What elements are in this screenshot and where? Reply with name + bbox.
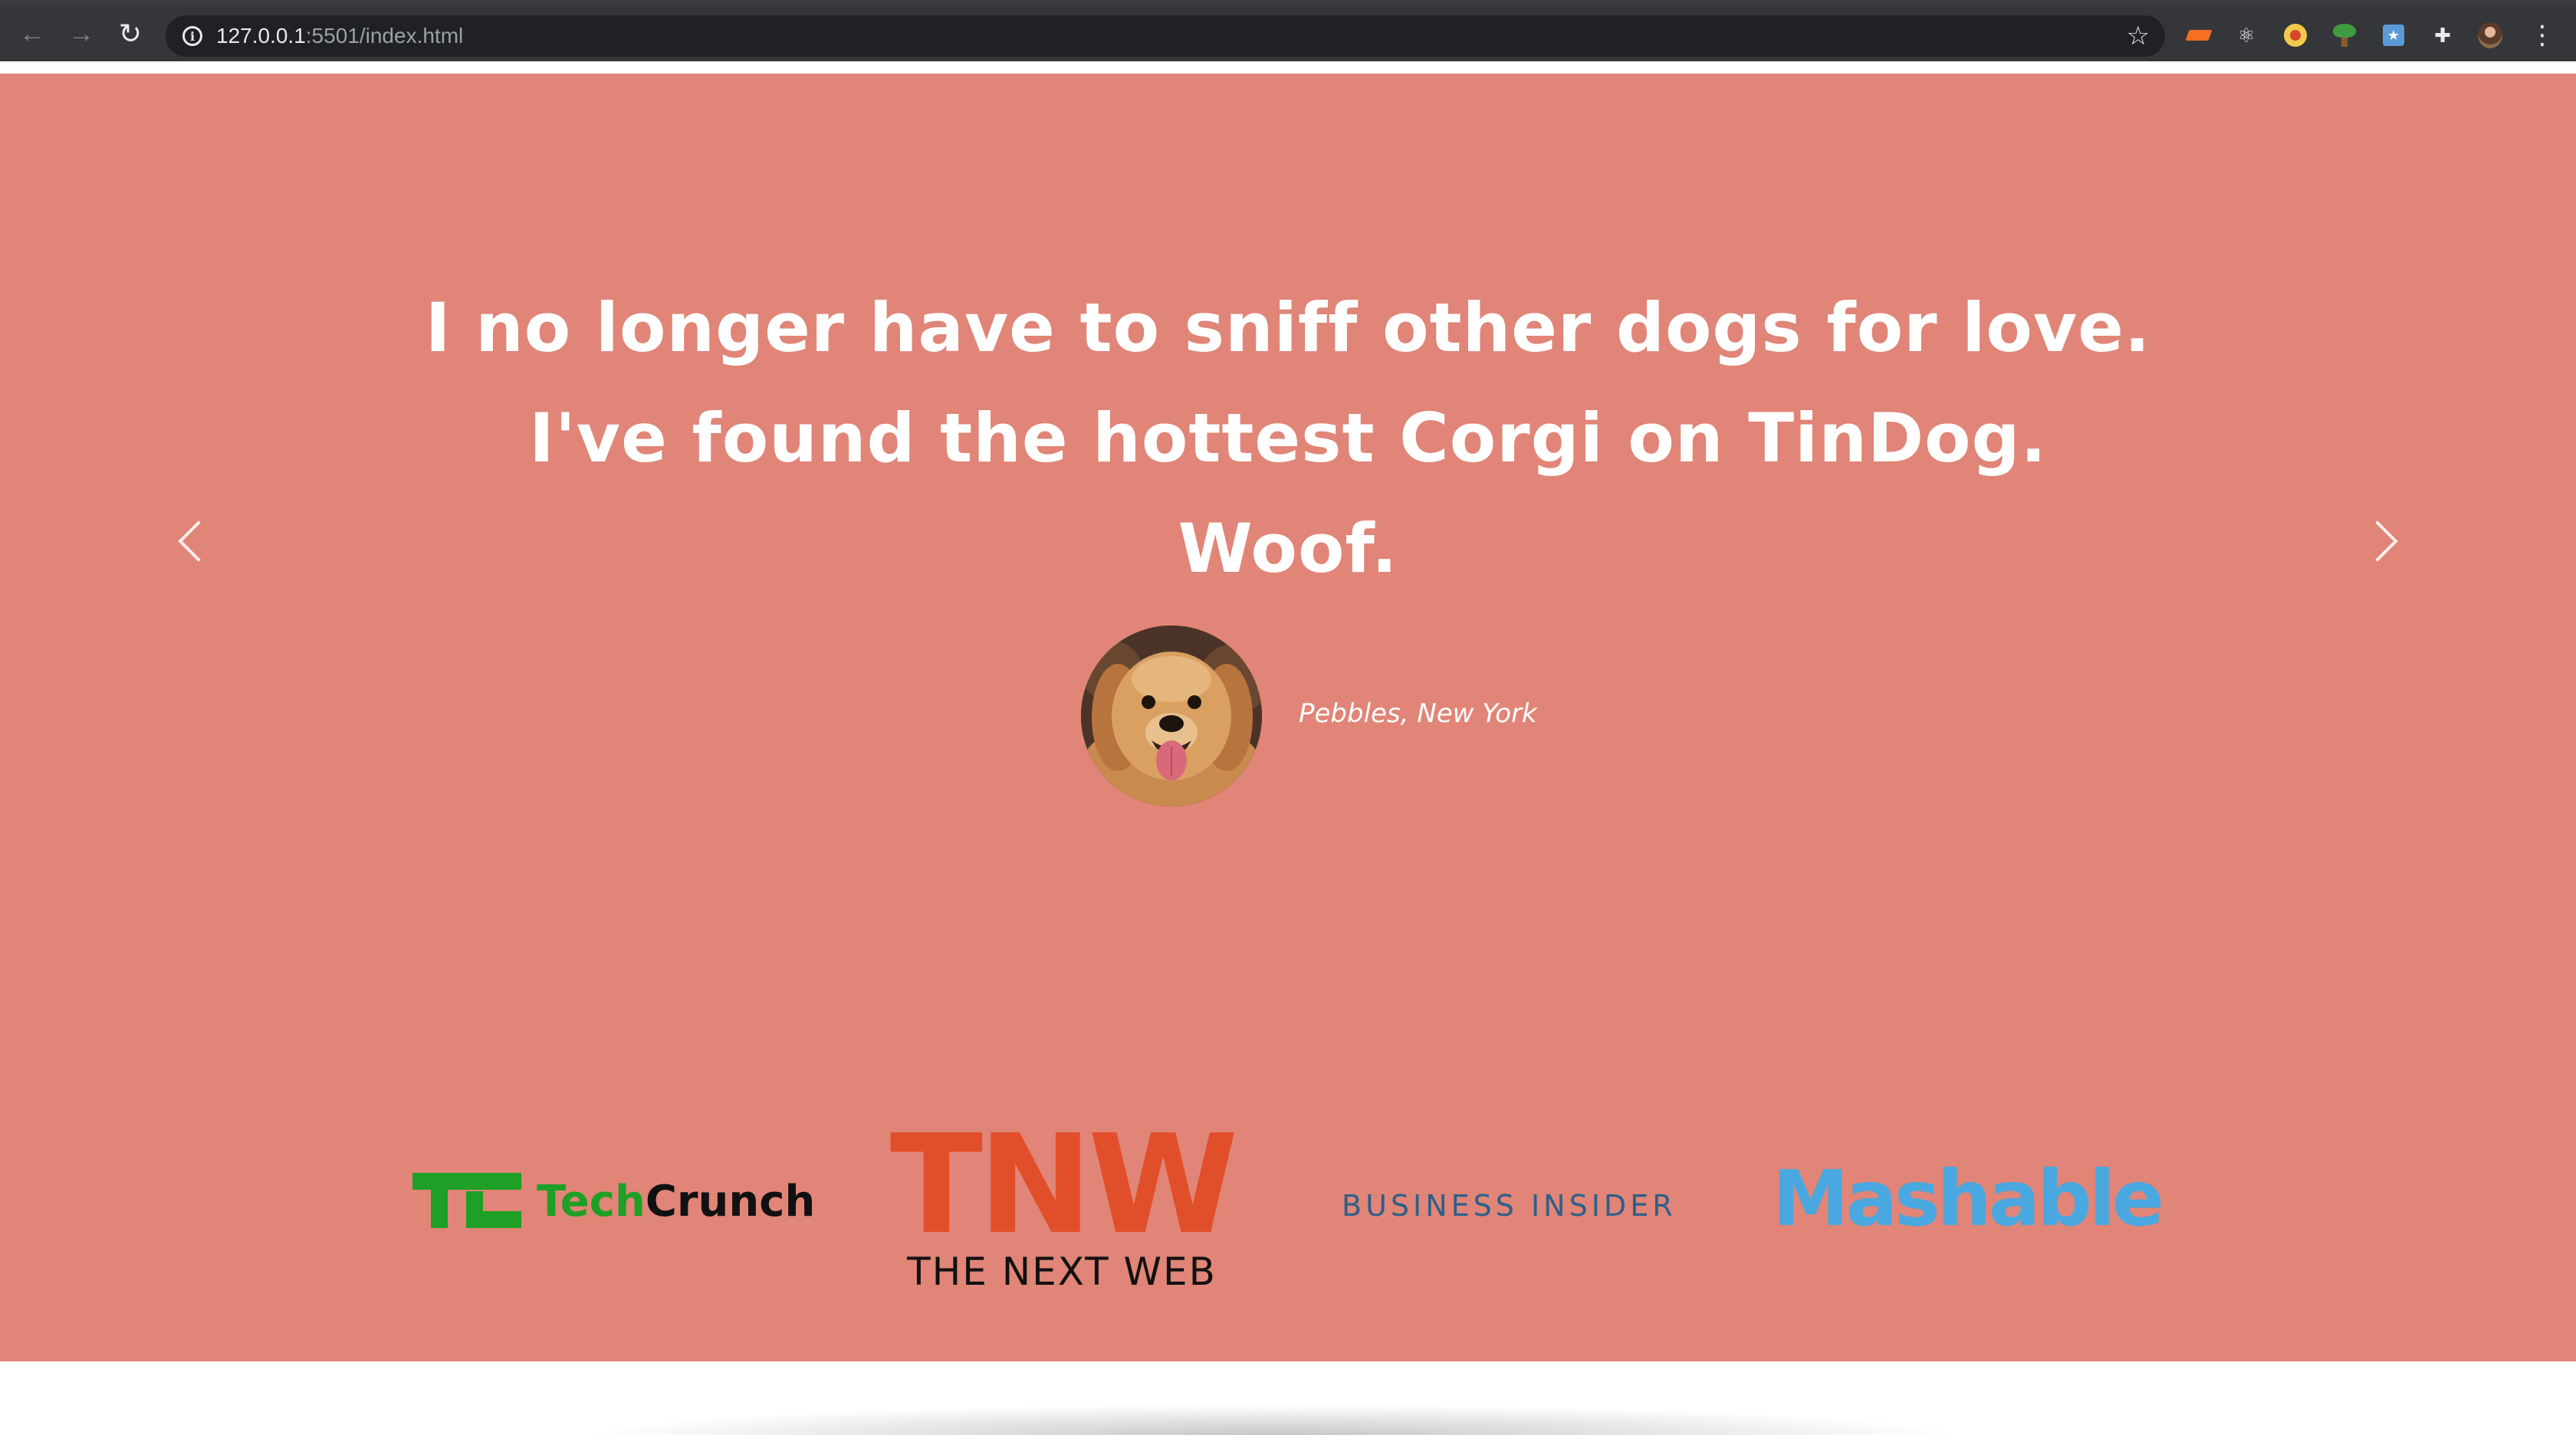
techcrunch-wordmark-tech: Tech [537, 1177, 646, 1226]
the-next-web-logo: TNW THE NEXT WEB [866, 1105, 1257, 1295]
kebab-menu-icon[interactable]: ⋮ [2529, 22, 2555, 48]
press-logos: TechCrunch TNW THE NEXT WEB BUSINESS INS… [0, 1024, 2576, 1294]
matter-extension-icon[interactable] [2185, 23, 2213, 48]
mashable-logo: Mashable [1773, 1154, 2164, 1243]
section-shadow [583, 1404, 1963, 1435]
url-host: 127.0.0.1 [216, 24, 306, 48]
puzzle-extensions-icon[interactable]: ✚ [2430, 23, 2455, 48]
tnw-wordmark: TNW [889, 1105, 1239, 1264]
chrome-extension-icon[interactable] [2283, 23, 2308, 48]
forward-arrow-icon[interactable]: → [66, 18, 97, 49]
quote-line-1: I no longer have to sniff other dogs for… [425, 288, 2151, 367]
profile-avatar-icon[interactable] [2478, 22, 2502, 48]
bookmark-star-icon[interactable]: ☆ [2127, 21, 2150, 51]
tree-extension-icon[interactable] [2332, 23, 2357, 48]
techcrunch-logo: TechCrunch [412, 1173, 815, 1234]
quote-line-2: I've found the hottest Corgi on TinDog. [529, 399, 2047, 478]
testimonial-quote: I no longer have to sniff other dogs for… [0, 273, 2576, 604]
reload-icon[interactable]: ↻ [115, 18, 146, 49]
techcrunch-mark-icon [412, 1173, 521, 1228]
image-extension-icon[interactable]: ★ [2381, 23, 2406, 48]
quote-line-3: Woof. [1178, 509, 1398, 588]
tnw-subtitle: THE NEXT WEB [907, 1249, 1217, 1294]
site-info-icon[interactable]: i [182, 26, 202, 46]
address-bar[interactable]: i 127.0.0.1:5501/index.html ☆ [166, 15, 2165, 57]
browser-tab-strip [0, 0, 2576, 6]
url-text[interactable]: 127.0.0.1:5501/index.html [216, 23, 463, 49]
page-viewport: I no longer have to sniff other dogs for… [0, 61, 2576, 1435]
browser-toolbar: ← → ↻ i 127.0.0.1:5501/index.html ☆ ⚛ ★ … [0, 6, 2576, 61]
back-arrow-icon[interactable]: ← [17, 18, 48, 49]
testimonial-author: Pebbles, New York [1299, 698, 1537, 729]
url-path: :5501/index.html [305, 24, 464, 48]
carousel-next-chevron-icon[interactable] [2352, 511, 2413, 572]
carousel-prev-chevron-icon[interactable] [163, 511, 224, 572]
techcrunch-wordmark-crunch: Crunch [645, 1177, 816, 1226]
business-insider-logo: BUSINESS INSIDER [1342, 1189, 1677, 1223]
techcrunch-wordmark: TechCrunch [537, 1177, 815, 1226]
dog-avatar-image [1081, 626, 1262, 806]
react-devtools-icon[interactable]: ⚛ [2234, 23, 2259, 48]
testimonial-section: I no longer have to sniff other dogs for… [0, 74, 2576, 1361]
